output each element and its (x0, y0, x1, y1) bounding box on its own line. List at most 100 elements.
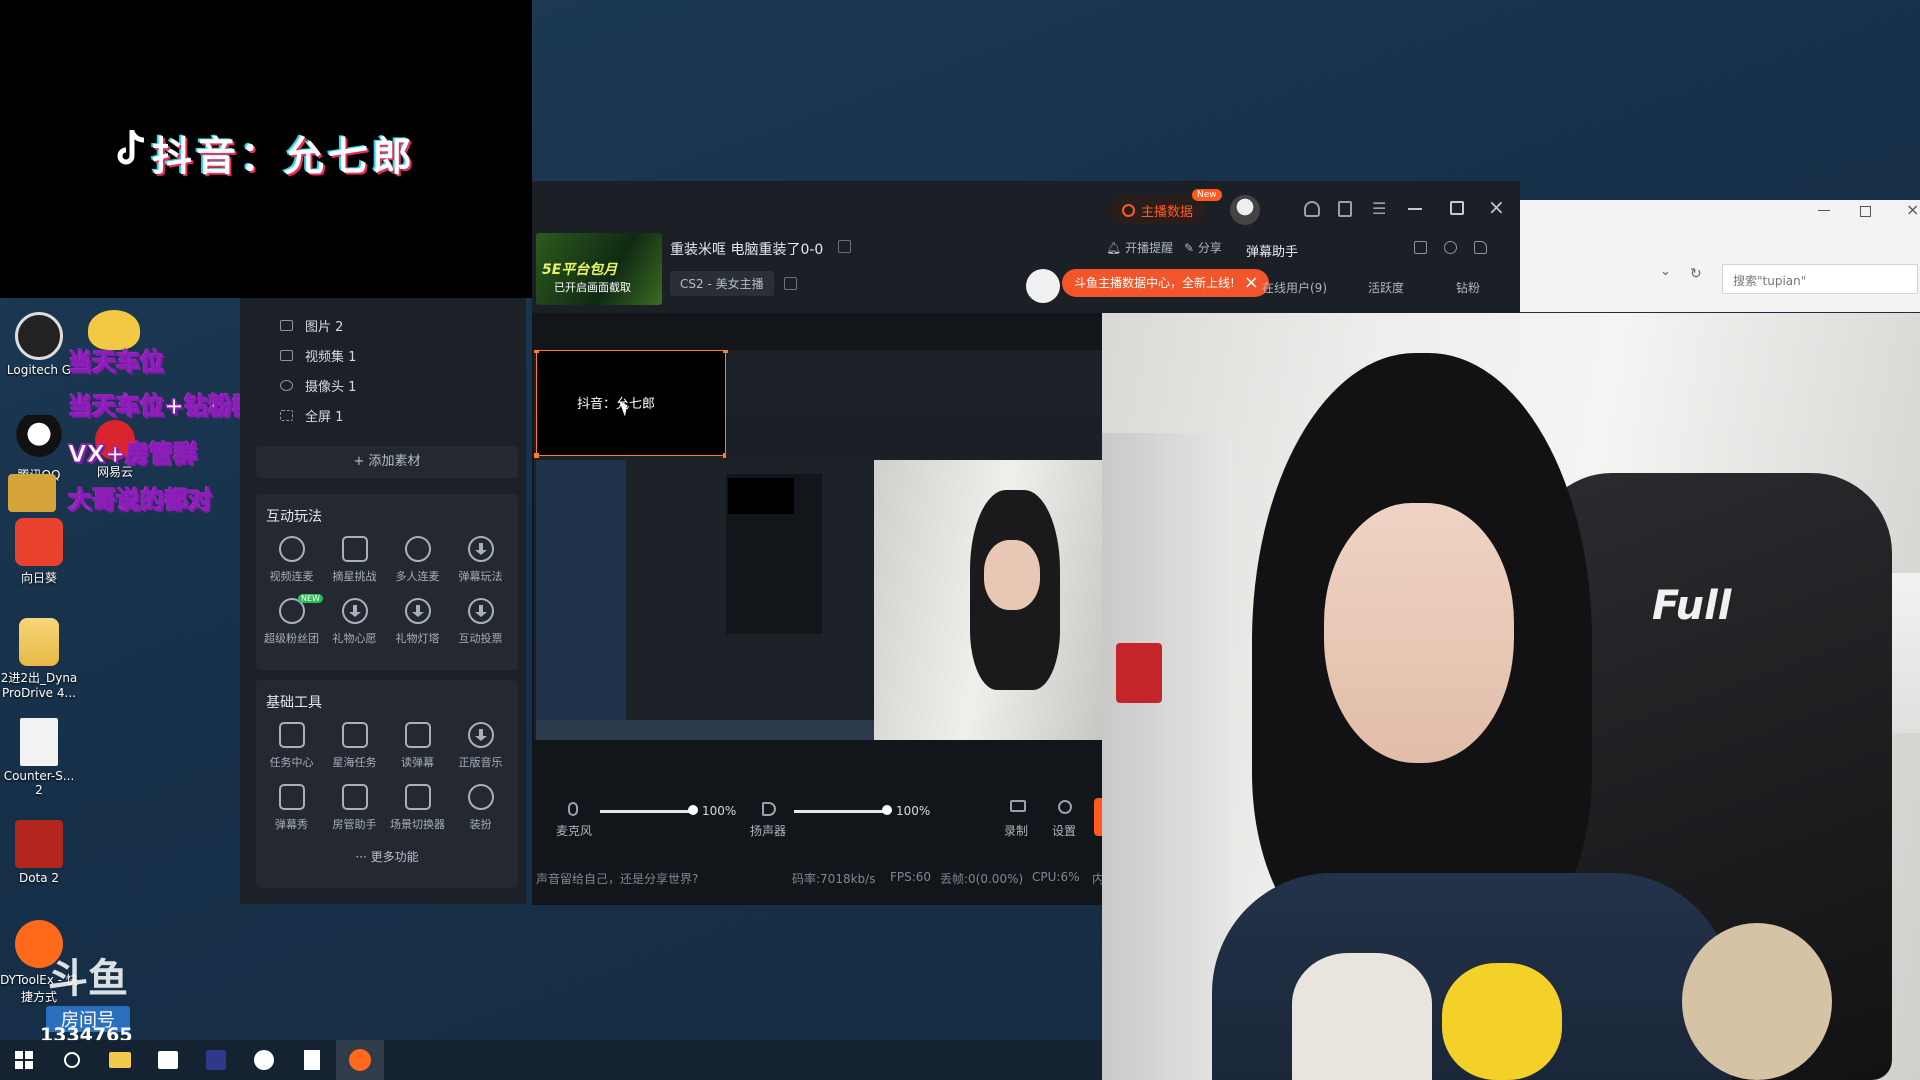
settings-button[interactable]: 设置 (1052, 822, 1076, 839)
settings-icon[interactable] (1058, 800, 1072, 814)
webcam-feed: Full (1102, 313, 1920, 1080)
start-live-button[interactable] (1094, 798, 1102, 836)
tool-decor[interactable]: 装扮 (449, 784, 512, 832)
note-icon[interactable] (1414, 241, 1427, 254)
explorer-search-input[interactable]: 搜索"tupian" (1722, 264, 1918, 294)
close-icon[interactable]: × (1488, 195, 1505, 219)
steam-button[interactable] (240, 1040, 288, 1080)
edit-category-icon[interactable] (784, 277, 797, 290)
mic-label: 麦克风 (556, 824, 593, 838)
help-icon[interactable] (1338, 201, 1352, 217)
popout-icon[interactable] (1474, 241, 1487, 254)
basic-tools-card: 基础工具 任务中心 星海任务 读弹幕 正版音乐 弹幕秀 房管助手 场景切换器 装… (256, 680, 518, 888)
tool-task-center[interactable]: 任务中心 (260, 722, 323, 770)
tool-multi-link[interactable]: 多人连麦 (386, 536, 449, 584)
se-app-button[interactable] (192, 1040, 240, 1080)
selected-source-frame[interactable]: 抖音：允七郎 (534, 350, 728, 458)
douyu-icon (349, 1049, 371, 1071)
store-button[interactable] (144, 1040, 192, 1080)
notify-button[interactable]: 🔔︎ 开播提醒 (1106, 239, 1173, 256)
folder-icon (109, 1052, 131, 1068)
promo-line-2: 当天车位+钻粉群 (67, 392, 257, 421)
fps: FPS:60 (890, 870, 932, 884)
tool-music[interactable]: 正版音乐 (449, 722, 512, 770)
tab-diamond-fans[interactable]: 钻粉 (1456, 279, 1480, 296)
image-icon (280, 319, 293, 331)
desktop-icon-qq[interactable]: 腾讯QQ (0, 415, 78, 483)
microphone-icon[interactable] (568, 802, 578, 816)
more-functions-button[interactable]: ··· 更多功能 (256, 832, 518, 865)
tool-scene-switcher[interactable]: 场景切换器 (386, 784, 449, 832)
share-button[interactable]: ✎ 分享 (1184, 239, 1222, 256)
host-data-button[interactable]: 主播数据 (1110, 195, 1206, 225)
source-item-video[interactable]: 视频集 1 (240, 340, 526, 370)
tool-fan-club[interactable]: NEW 超级粉丝团 (260, 594, 323, 646)
nested-desktop (536, 460, 626, 738)
desktop-icon-folder[interactable]: 2进2出_Dyna ProDrive 4... (0, 618, 78, 700)
download-icon (467, 598, 494, 624)
mic-slider-handle[interactable] (688, 805, 698, 815)
tool-star-task[interactable]: 星海任务 (323, 722, 386, 770)
file-icon (20, 718, 58, 766)
xi-decoration-icon (1116, 643, 1162, 703)
source-item-fullscreen[interactable]: 全屏 1 (240, 400, 526, 430)
headset-icon[interactable] (1304, 201, 1320, 217)
search-button[interactable] (48, 1040, 96, 1080)
tool-star-challenge[interactable]: 摘星挑战 (323, 536, 386, 584)
preview-canvas[interactable]: 抖音：允七郎 (534, 350, 1102, 740)
add-source-button[interactable]: + 添加素材 (256, 446, 518, 478)
tool-room-manager[interactable]: 房管助手 (323, 784, 386, 832)
source-item-image[interactable]: 图片 2 (240, 310, 526, 340)
tool-vote[interactable]: 互动投票 (449, 598, 512, 646)
dropped-frames: 丢帧:0(0.00%) (940, 872, 1024, 886)
edit-title-icon[interactable] (838, 240, 851, 253)
explorer-maximize-icon[interactable] (1860, 206, 1871, 217)
maximize-icon[interactable] (1450, 201, 1464, 215)
explorer-close-icon[interactable]: × (1906, 200, 1919, 219)
speaker-slider-handle[interactable] (882, 805, 892, 815)
tool-video-link[interactable]: 视频连麦 (260, 536, 323, 584)
user-avatar[interactable] (1230, 195, 1260, 225)
interactive-card: 互动玩法 视频连麦 摘星挑战 多人连麦 弹幕玩法 NEW 超级粉丝团 礼物心愿 … (256, 494, 518, 670)
record-icon[interactable] (1010, 800, 1026, 812)
tool-danmaku-show[interactable]: 弹幕秀 (260, 784, 323, 832)
stream-category[interactable]: CS2 - 美女主播 (670, 271, 774, 296)
koala-toy (1682, 923, 1832, 1080)
desktop-icon-sunflower[interactable]: 向日葵 (0, 518, 78, 586)
tab-activity[interactable]: 活跃度 (1368, 279, 1404, 296)
chevron-down-icon[interactable]: ⌄ (1660, 264, 1671, 279)
desktop-icon-logitech[interactable]: Logitech G (0, 312, 78, 377)
tool-danmaku-play[interactable]: 弹幕玩法 (449, 536, 512, 584)
tool-read-danmaku[interactable]: 读弹幕 (386, 722, 449, 770)
basic-tools-heading: 基础工具 (266, 695, 322, 711)
source-item-camera[interactable]: 摄像头 1 (240, 370, 526, 400)
toast-close-icon[interactable]: × (1244, 269, 1259, 297)
desktop-icon-dota[interactable]: Dota 2 (0, 820, 78, 885)
download-icon (467, 536, 494, 562)
tool-gift-wish[interactable]: 礼物心愿 (323, 598, 386, 646)
desktop-icon-counter-strike[interactable]: Counter-S... 2 (0, 718, 78, 797)
stream-title[interactable]: 重装米哐 电脑重装了0-0 (670, 239, 823, 259)
refresh-icon[interactable]: ↻ (1690, 266, 1702, 282)
preview-title: 抖音：允七郎 (577, 397, 656, 412)
search-icon (64, 1052, 80, 1068)
settings-gear-icon[interactable] (1444, 241, 1457, 254)
start-button[interactable] (0, 1040, 48, 1080)
mic-slider[interactable] (600, 810, 692, 813)
minimize-icon[interactable] (1408, 208, 1422, 210)
task-center-icon (278, 722, 305, 748)
app-header: 5E平台包月 已开启画面截取 重装米哐 电脑重装了0-0 CS2 - 美女主播 … (532, 181, 1520, 313)
stream-thumbnail[interactable]: 5E平台包月 已开启画面截取 (536, 233, 662, 305)
explorer-minimize-icon[interactable] (1818, 210, 1830, 211)
douyu-logo: 斗鱼 (48, 956, 128, 1002)
speaker-slider[interactable] (794, 810, 886, 813)
record-button[interactable]: 录制 (1004, 822, 1028, 839)
tab-online-users[interactable]: 在线用户(9) (1262, 279, 1327, 296)
menu-icon[interactable]: ☰ (1372, 201, 1386, 217)
file-explorer-button[interactable] (96, 1040, 144, 1080)
speaker-icon[interactable] (762, 802, 776, 816)
file-button[interactable] (288, 1040, 336, 1080)
douyu-app-button[interactable] (336, 1040, 384, 1080)
thumbnail-banner: 5E平台包月 (542, 262, 618, 278)
tool-gift-tower[interactable]: 礼物灯塔 (386, 598, 449, 646)
